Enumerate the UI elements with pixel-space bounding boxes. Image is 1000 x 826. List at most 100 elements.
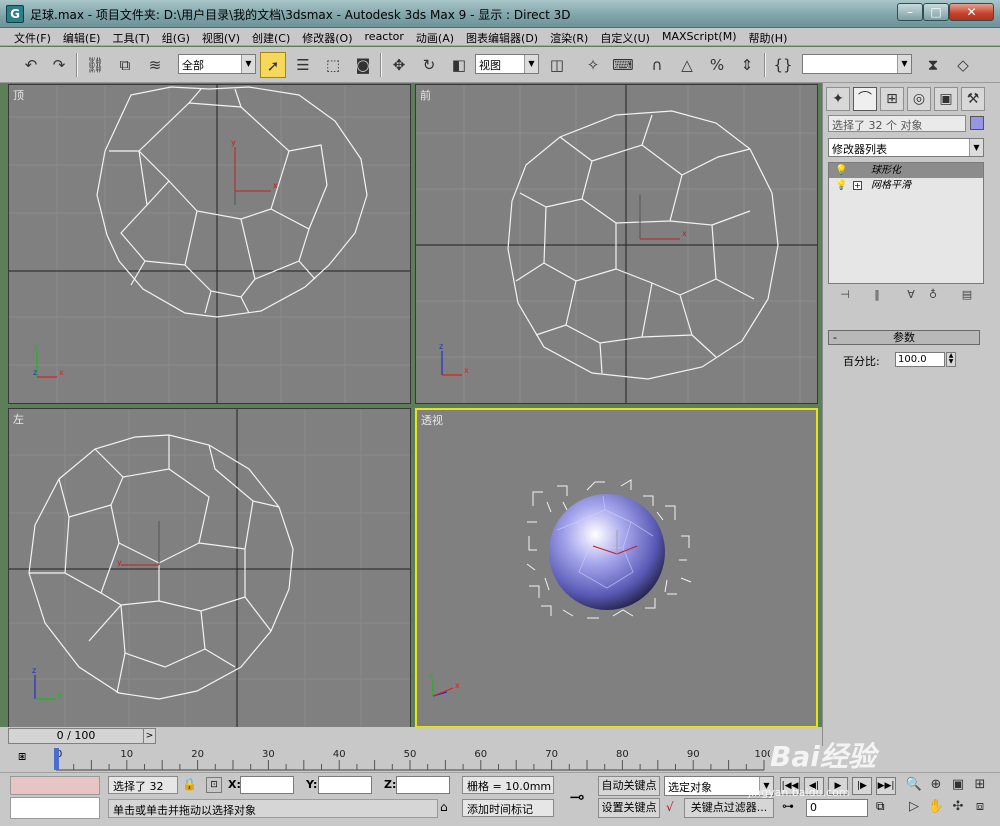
add-time-tag-button[interactable]: 添加时间标记 (462, 799, 554, 817)
maximize-button[interactable]: □ (923, 3, 949, 21)
minimize-button[interactable]: – (897, 3, 923, 21)
zoom-icon[interactable]: 🔍 (904, 775, 924, 795)
goto-end-icon[interactable]: ▶▶| (876, 777, 896, 795)
percent-snap-icon[interactable]: % (704, 52, 730, 78)
unlink-selection-icon[interactable]: ⧉ (112, 52, 138, 78)
select-and-manipulate-icon[interactable]: ✧ (580, 52, 606, 78)
menu-customize[interactable]: 自定义(U) (594, 28, 656, 45)
menu-file[interactable]: 文件(F) (8, 28, 57, 45)
menu-tools[interactable]: 工具(T) (106, 28, 155, 45)
zoom-extents-icon[interactable]: ▣ (948, 775, 968, 795)
lightbulb-icon[interactable]: 💡 (835, 163, 847, 178)
object-color-swatch[interactable] (970, 116, 984, 130)
absolute-mode-icon[interactable]: ⊡ (206, 777, 222, 793)
menu-reactor[interactable]: reactor (359, 28, 410, 45)
undo-icon[interactable]: ↶ (18, 52, 44, 78)
menu-create[interactable]: 创建(C) (246, 28, 296, 45)
time-configuration-icon[interactable]: ⧉ (876, 799, 885, 814)
modifier-list-dropdown[interactable]: 修改器列表 ▼ (828, 138, 984, 157)
selection-filter-dropdown[interactable]: 全部 ▼ (178, 54, 256, 74)
viewport-label-top[interactable]: 顶 (13, 87, 24, 103)
menu-modifiers[interactable]: 修改器(O) (296, 28, 358, 45)
maximize-viewport-icon[interactable]: ⧈ (970, 797, 990, 817)
modify-icon[interactable]: ⌒ (853, 87, 877, 111)
parameters-rollout-header[interactable]: 参数 (828, 330, 980, 345)
select-object-icon[interactable]: ➚ (260, 52, 286, 78)
percent-spinner[interactable]: ▲ ▼ (946, 352, 956, 367)
curve-editor-icon[interactable]: ⧆ (18, 749, 26, 764)
snaps-toggle-icon[interactable]: ∩ (644, 52, 670, 78)
time-slider[interactable]: 0 / 100 (8, 728, 144, 744)
remove-modifier-icon[interactable]: ♁ (923, 288, 943, 306)
set-key-icon[interactable]: ⊸ (562, 781, 592, 815)
viewport-perspective[interactable]: z x 透视 (415, 408, 818, 728)
stack-item-meshsmooth[interactable]: 💡 + 网格平滑 (829, 178, 983, 193)
rollout-collapse-toggle[interactable]: - (833, 330, 837, 345)
lightbulb-icon[interactable]: 💡 (835, 178, 847, 193)
close-button[interactable]: ✕ (949, 3, 994, 21)
key-filters-button[interactable]: 关键点过滤器... (684, 798, 774, 818)
menu-help[interactable]: 帮助(H) (743, 28, 794, 45)
window-crossing-icon[interactable]: ◙ (350, 52, 376, 78)
z-coord-input[interactable] (396, 776, 450, 794)
configure-modifier-sets-icon[interactable]: ▤ (957, 288, 977, 306)
auto-key-button[interactable]: 自动关键点 (598, 776, 660, 796)
select-and-rotate-icon[interactable]: ↻ (416, 52, 442, 78)
set-key-button[interactable]: 设置关键点 (598, 798, 660, 818)
align-icon[interactable]: ◇ (950, 52, 976, 78)
select-and-link-icon[interactable]: ⛓ (82, 52, 108, 78)
menu-graph-editors[interactable]: 图表编辑器(D) (460, 28, 544, 45)
menu-group[interactable]: 组(G) (156, 28, 196, 45)
pin-stack-icon[interactable]: ⊣ (835, 288, 855, 306)
menu-maxscript[interactable]: MAXScript(M) (656, 28, 743, 45)
rectangular-selection-icon[interactable]: ⬚ (320, 52, 346, 78)
viewport-label-left[interactable]: 左 (13, 411, 24, 427)
arc-rotate-icon[interactable]: ✣ (948, 797, 968, 817)
key-mode-toggle-icon[interactable]: ⊶ (782, 799, 794, 813)
object-name-field[interactable]: 选择了 32 个 对象 (828, 115, 966, 132)
reference-coordinate-dropdown[interactable]: 视图 ▼ (475, 54, 539, 74)
redo-icon[interactable]: ↷ (46, 52, 72, 78)
maxscript-listener-white[interactable] (10, 797, 100, 819)
expand-plus-icon[interactable]: + (853, 181, 862, 190)
track-ruler[interactable]: 0102030405060708090100 (48, 746, 770, 772)
lock-selection-icon[interactable]: 🔒 (182, 777, 197, 791)
menu-animation[interactable]: 动画(A) (410, 28, 460, 45)
viewport-label-front[interactable]: 前 (420, 87, 431, 103)
key-tangent-icon[interactable]: √ (666, 800, 674, 814)
next-frame-icon[interactable]: |▶ (852, 777, 872, 795)
x-coord-input[interactable] (240, 776, 294, 794)
motion-icon[interactable]: ◎ (907, 87, 931, 111)
angle-snap-icon[interactable]: △ (674, 52, 700, 78)
current-frame-marker[interactable] (54, 748, 59, 770)
3ds-max-icon[interactable]: G (6, 5, 24, 23)
maxscript-listener-pink[interactable] (10, 776, 100, 795)
select-and-scale-icon[interactable]: ◧ (446, 52, 472, 78)
create-icon[interactable]: ✦ (826, 87, 850, 111)
viewport-front[interactable]: x z x 前 (415, 84, 818, 404)
select-and-move-icon[interactable]: ✥ (386, 52, 412, 78)
y-coord-input[interactable] (318, 776, 372, 794)
menu-views[interactable]: 视图(V) (196, 28, 246, 45)
current-frame-input[interactable]: 0 (806, 799, 868, 817)
field-of-view-icon[interactable]: ▷ (904, 797, 924, 817)
viewport-left[interactable]: y z y 左 (8, 408, 411, 728)
named-selection-dropdown[interactable]: ▼ (802, 54, 912, 74)
menu-edit[interactable]: 编辑(E) (57, 28, 107, 45)
use-pivot-center-icon[interactable]: ◫ (544, 52, 570, 78)
edit-named-selection-icon[interactable]: {} (770, 52, 796, 78)
mirror-icon[interactable]: ⧗ (920, 52, 946, 78)
percent-input[interactable]: 100.0 (895, 352, 945, 367)
zoom-extents-all-icon[interactable]: ⊞ (970, 775, 990, 795)
display-icon[interactable]: ▣ (934, 87, 958, 111)
spinner-snap-icon[interactable]: ⇕ (734, 52, 760, 78)
stack-item-spherify[interactable]: 💡 球形化 (829, 163, 983, 178)
hierarchy-icon[interactable]: ⊞ (880, 87, 904, 111)
utilities-icon[interactable]: ⚒ (961, 87, 985, 111)
viewport-top[interactable]: y x y x z 顶 (8, 84, 411, 404)
viewport-label-perspective[interactable]: 透视 (421, 412, 443, 428)
zoom-all-icon[interactable]: ⊕ (926, 775, 946, 795)
select-by-name-icon[interactable]: ☰ (290, 52, 316, 78)
menu-rendering[interactable]: 渲染(R) (544, 28, 594, 45)
next-frame-arrow-icon[interactable]: > (143, 728, 156, 744)
